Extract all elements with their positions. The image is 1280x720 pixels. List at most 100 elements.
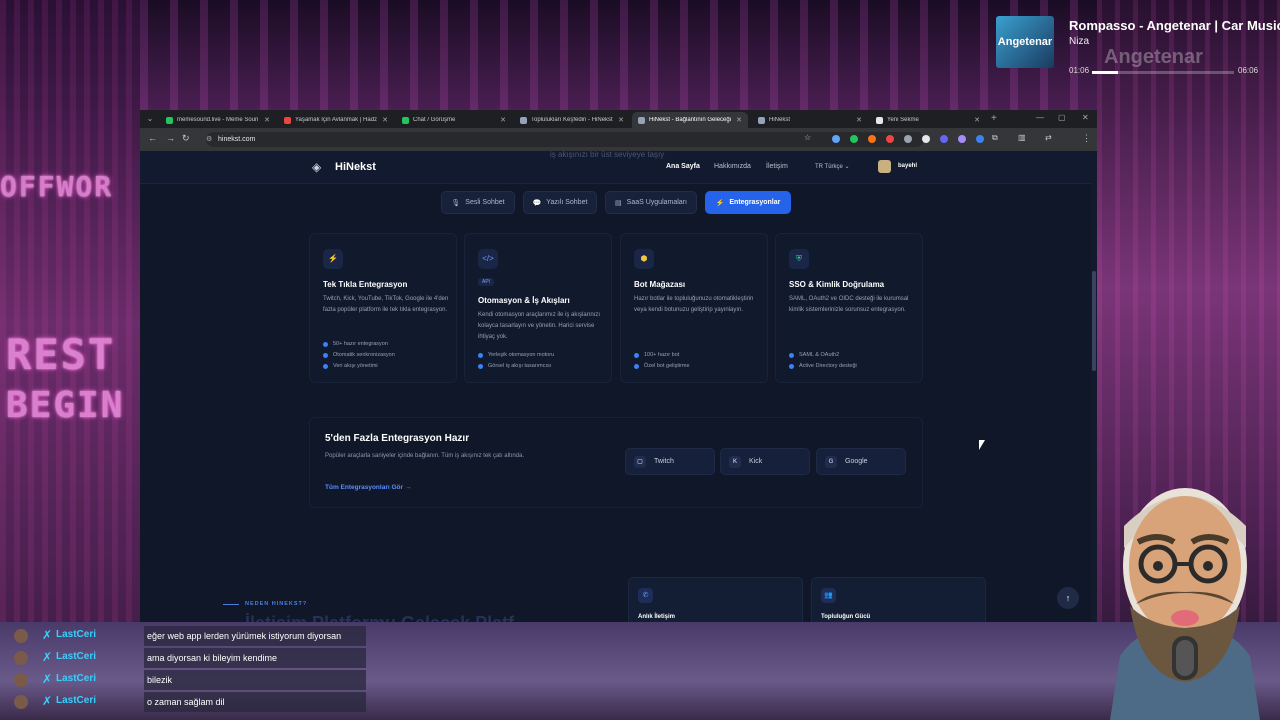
- all-integrations-link[interactable]: Tüm Entegrasyonları Gör →: [325, 484, 411, 491]
- scrollbar[interactable]: [1091, 151, 1097, 622]
- card-feature: Yerleşik otomasyon motoru: [478, 352, 554, 358]
- browser-tab-active[interactable]: HiNekst - Bağlantının Geleceği ✕: [632, 112, 748, 128]
- extensions-puzzle-icon[interactable]: ⧉: [992, 133, 998, 143]
- nav-about[interactable]: Hakkımızda: [714, 163, 751, 170]
- browser-tab[interactable]: Toplulukları Keşfedin - HiNekst ✕: [514, 112, 630, 128]
- extension-icon[interactable]: [958, 135, 966, 143]
- card-title: SSO & Kimlik Doğrulama: [789, 280, 885, 289]
- song-title: Rompasso - Angetenar | Car Music: [1069, 18, 1280, 33]
- api-badge: API: [478, 278, 495, 286]
- code-icon: </>: [478, 249, 498, 269]
- extension-icon[interactable]: [904, 135, 912, 143]
- scrollbar-thumb[interactable]: [1092, 271, 1096, 371]
- chat-message: ✗ LastCeri o zaman sağlam dil: [14, 692, 366, 712]
- extension-icon[interactable]: [922, 135, 930, 143]
- back-icon[interactable]: ←: [148, 133, 157, 143]
- close-icon[interactable]: ✕: [382, 116, 388, 124]
- maximize-icon[interactable]: ▢: [1058, 113, 1066, 122]
- integrations-description: Popüler araçlarla saniyeler içinde bağla…: [325, 453, 524, 459]
- now-playing-widget: Angetenar Rompasso - Angetenar | Car Mus…: [996, 14, 1280, 75]
- why-eyebrow: NEDEN HINEKST?: [245, 601, 308, 607]
- address-bar: ← → ↻ ⚙ hinekst.com ☆ ⧉ ▥ ⇄ ⋮: [140, 128, 1097, 151]
- close-icon[interactable]: ✕: [500, 116, 506, 124]
- microphone-icon: 🎙: [451, 199, 461, 207]
- bot-icon: ⬢: [634, 249, 654, 269]
- close-icon[interactable]: ✕: [974, 116, 980, 124]
- integration-twitch[interactable]: ▢ Twitch: [625, 448, 715, 475]
- badge-icon: ✗: [42, 628, 53, 642]
- card-description: SAML, OAuth2 ve OIDC desteği ile kurumsa…: [789, 296, 909, 313]
- chat-username: LastCeri: [56, 673, 97, 684]
- extension-icon[interactable]: [976, 135, 984, 143]
- extension-icon[interactable]: [886, 135, 894, 143]
- card-description: Kendi otomasyon araçlarımız ile iş akışl…: [478, 312, 601, 340]
- reload-icon[interactable]: ↻: [182, 133, 190, 144]
- extension-icon[interactable]: [850, 135, 858, 143]
- why-feature-label: Anlık İletişim: [638, 614, 676, 620]
- users-icon: 👥: [821, 588, 836, 603]
- check-icon: [789, 363, 794, 369]
- logo-icon[interactable]: ◈: [312, 161, 326, 173]
- browser-tab[interactable]: HiNekst ✕: [752, 112, 868, 128]
- apps-icon: ▤: [615, 199, 622, 207]
- check-icon: [634, 352, 639, 358]
- extension-icon[interactable]: [832, 135, 840, 143]
- chat-username: LastCeri: [56, 651, 97, 662]
- tab-bar: ⌄ memesound.live - Meme Soun ✕ Yaşamak İç…: [140, 110, 1097, 128]
- close-icon[interactable]: ✕: [736, 116, 742, 124]
- scroll-to-top-button[interactable]: ↑: [1057, 587, 1079, 609]
- browser-tab[interactable]: Yaşamak İçin Avlanmak | Hadz ✕: [278, 112, 394, 128]
- why-feature-label: Topluluğun Gücü: [821, 614, 871, 620]
- integration-google[interactable]: G Google: [816, 448, 906, 475]
- browser-tab[interactable]: Yeni Sekme ✕: [870, 112, 986, 128]
- browser-tab[interactable]: Chat / Görüşme ✕: [396, 112, 512, 128]
- check-icon: [789, 352, 794, 358]
- minimize-icon[interactable]: —: [1036, 113, 1044, 122]
- language-selector[interactable]: TR Türkçe ⌄: [815, 163, 850, 170]
- site-info-icon[interactable]: ⚙: [206, 132, 212, 147]
- tab-favicon: [402, 116, 409, 124]
- chat-message: ✗ LastCeri ama diyorsan ki bileyim kendi…: [14, 648, 366, 668]
- tab-integrations[interactable]: ⚡ Entegrasyonlar: [705, 191, 791, 214]
- integration-kick[interactable]: K Kick: [720, 448, 810, 475]
- close-icon[interactable]: ✕: [618, 116, 624, 124]
- check-icon: [478, 352, 483, 358]
- check-icon: [323, 352, 328, 358]
- menu-kebab-icon[interactable]: ⋮: [1082, 133, 1091, 144]
- profile-icon[interactable]: ⇄: [1045, 133, 1052, 142]
- browser-tab[interactable]: memesound.live - Meme Soun ✕: [160, 112, 276, 128]
- card-title: Tek Tıkla Entegrasyon: [323, 280, 408, 289]
- new-tab-plus-icon[interactable]: +: [991, 113, 997, 124]
- nav-contact[interactable]: İletişim: [766, 163, 788, 170]
- total-time: 06:06: [1238, 66, 1259, 75]
- tab-voice-chat[interactable]: 🎙 Sesli Sohbet: [441, 191, 515, 214]
- neon-sign: BEGIN: [6, 385, 125, 426]
- avatar[interactable]: [878, 160, 891, 173]
- forward-icon[interactable]: →: [166, 133, 175, 143]
- lightning-icon: ⚡: [715, 199, 725, 207]
- tab-favicon: [520, 116, 527, 124]
- tab-text-chat[interactable]: 💬 Yazılı Sohbet: [523, 191, 597, 214]
- neon-sign: OFFWOR: [0, 170, 114, 203]
- close-icon[interactable]: ✕: [856, 116, 862, 124]
- site-logo[interactable]: HiNekst: [335, 161, 376, 173]
- close-icon[interactable]: ✕: [264, 116, 270, 124]
- tab-saas-apps[interactable]: ▤ SaaS Uygulamaları: [605, 191, 697, 214]
- window-close-icon[interactable]: ✕: [1082, 113, 1089, 122]
- star-icon[interactable]: ☆: [804, 133, 811, 142]
- card-feature: 50+ hazır entegrasyon: [323, 341, 388, 347]
- card-description: Twitch, Kick, YouTube, TikTok, Google il…: [323, 296, 449, 313]
- sidebar-icon[interactable]: ▥: [1018, 133, 1026, 142]
- feature-card: </> API Otomasyon & İş Akışları Kendi ot…: [464, 233, 612, 383]
- extension-icon[interactable]: [940, 135, 948, 143]
- extension-icon[interactable]: [868, 135, 876, 143]
- url-field[interactable]: ⚙ hinekst.com: [206, 132, 924, 147]
- why-title: İletişim Platformu Gelecek Platf: [245, 613, 514, 622]
- tab-favicon: [758, 116, 765, 124]
- tab-favicon: [638, 116, 645, 124]
- chat-message: ✗ LastCeri eğer web app lerden yürümek i…: [14, 626, 366, 646]
- tab-search-icon[interactable]: ⌄: [144, 113, 156, 125]
- nav-home[interactable]: Ana Sayfa: [666, 163, 700, 170]
- why-feature-card: ✆ Anlık İletişim: [628, 577, 803, 622]
- user-name[interactable]: bayehl: [898, 163, 917, 169]
